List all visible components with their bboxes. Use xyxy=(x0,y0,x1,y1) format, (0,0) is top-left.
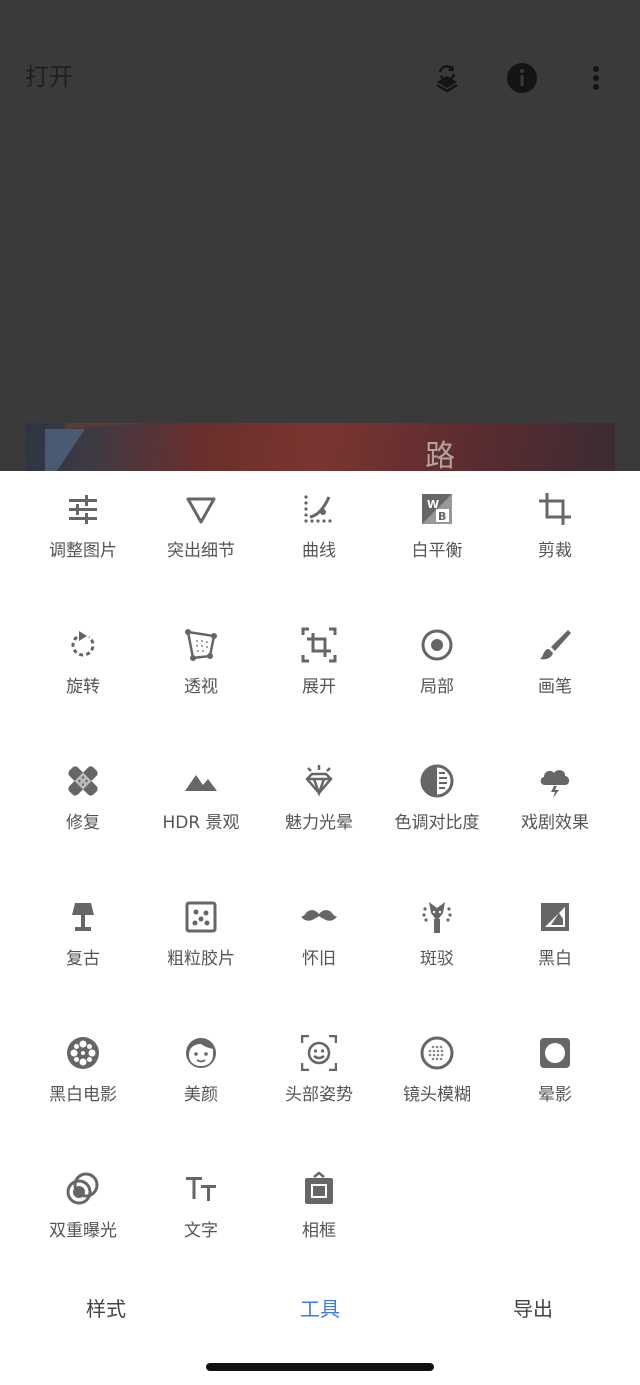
tool-label: 镜头模糊 xyxy=(403,1085,471,1105)
tool-text[interactable]: 文字 xyxy=(142,1151,260,1261)
tool-label: 展开 xyxy=(302,677,336,697)
tab-styles[interactable]: 样式 xyxy=(46,1295,166,1323)
face-icon xyxy=(181,1033,221,1073)
tool-perspective[interactable]: 透视 xyxy=(142,607,260,717)
tool-tune-image[interactable]: 调整图片 xyxy=(24,471,142,581)
selective-icon xyxy=(417,625,457,665)
crop-icon xyxy=(535,489,575,529)
tool-label: 曲线 xyxy=(302,541,336,561)
tool-label: 相框 xyxy=(302,1221,336,1241)
svg-text:B: B xyxy=(438,510,446,523)
glamour-diamond-icon xyxy=(299,761,339,801)
tool-white-balance[interactable]: WB 白平衡 xyxy=(378,471,496,581)
vignette-icon xyxy=(535,1033,575,1073)
photo-preview: 路 xyxy=(25,423,615,471)
home-indicator[interactable] xyxy=(206,1363,434,1371)
mustache-icon xyxy=(299,897,339,937)
tool-drama[interactable]: 戏剧效果 xyxy=(496,743,614,853)
tool-hdr[interactable]: HDR 景观 xyxy=(142,743,260,853)
tonal-contrast-icon xyxy=(417,761,457,801)
tab-export[interactable]: 导出 xyxy=(473,1295,593,1323)
tool-healing[interactable]: 修复 xyxy=(24,743,142,853)
tool-label: 复古 xyxy=(66,949,100,969)
text-icon xyxy=(181,1169,221,1209)
tool-label: 头部姿势 xyxy=(285,1085,353,1105)
dimmed-top-area: 打开 路 xyxy=(0,0,640,471)
tool-glamour-glow[interactable]: 魅力光晕 xyxy=(260,743,378,853)
triangle-details-icon xyxy=(181,489,221,529)
double-exposure-icon xyxy=(63,1169,103,1209)
tool-label: 色调对比度 xyxy=(394,813,480,833)
more-vertical-icon[interactable] xyxy=(578,60,614,96)
grunge-guitar-icon xyxy=(417,897,457,937)
head-pose-icon xyxy=(299,1033,339,1073)
tool-label: 魅力光晕 xyxy=(285,813,353,833)
tool-brush[interactable]: 画笔 xyxy=(496,607,614,717)
tool-vignette[interactable]: 晕影 xyxy=(496,1015,614,1125)
tool-label: 戏剧效果 xyxy=(521,813,589,833)
lens-blur-icon xyxy=(417,1033,457,1073)
tool-frames[interactable]: 相框 xyxy=(260,1151,378,1261)
tool-label: 黑白电影 xyxy=(49,1085,117,1105)
tool-label: 旋转 xyxy=(66,677,100,697)
tool-head-pose[interactable]: 头部姿势 xyxy=(260,1015,378,1125)
tool-grainy-film[interactable]: 粗粒胶片 xyxy=(142,879,260,989)
frame-icon xyxy=(299,1169,339,1209)
tool-selective[interactable]: 局部 xyxy=(378,607,496,717)
tool-label: 美颜 xyxy=(184,1085,218,1105)
tool-rotate[interactable]: 旋转 xyxy=(24,607,142,717)
black-white-icon xyxy=(535,897,575,937)
vintage-lamp-icon xyxy=(63,897,103,937)
grainy-film-icon xyxy=(181,897,221,937)
tool-label: 修复 xyxy=(66,813,100,833)
drama-cloud-icon xyxy=(535,761,575,801)
tool-noir[interactable]: 黑白电影 xyxy=(24,1015,142,1125)
tool-label: 剪裁 xyxy=(538,541,572,561)
rotate-icon xyxy=(63,625,103,665)
tools-sheet: 调整图片 突出细节 曲线 WB 白平衡 剪裁 旋转 透视 展开 局部 画笔 修复… xyxy=(0,471,640,1261)
tool-label: 白平衡 xyxy=(411,541,463,561)
tool-lens-blur[interactable]: 镜头模糊 xyxy=(378,1015,496,1125)
tool-label: 黑白 xyxy=(538,949,572,969)
tool-label: 透视 xyxy=(184,677,218,697)
tool-label: 双重曝光 xyxy=(49,1221,117,1241)
curves-icon xyxy=(299,489,339,529)
film-reel-icon xyxy=(63,1033,103,1073)
tool-retrolux[interactable]: 怀旧 xyxy=(260,879,378,989)
tab-tools[interactable]: 工具 xyxy=(260,1295,380,1323)
tool-double-exposure[interactable]: 双重曝光 xyxy=(24,1151,142,1261)
tool-label: 怀旧 xyxy=(302,949,336,969)
tool-label: 突出细节 xyxy=(167,541,235,561)
open-button[interactable]: 打开 xyxy=(25,60,73,94)
mountains-icon xyxy=(181,761,221,801)
tool-label: 调整图片 xyxy=(49,541,117,561)
tool-label: 斑驳 xyxy=(420,949,454,969)
tool-vintage[interactable]: 复古 xyxy=(24,879,142,989)
tool-curves[interactable]: 曲线 xyxy=(260,471,378,581)
tune-sliders-icon xyxy=(63,489,103,529)
layers-undo-icon[interactable] xyxy=(429,60,465,96)
tool-expand[interactable]: 展开 xyxy=(260,607,378,717)
tool-label: 局部 xyxy=(420,677,454,697)
expand-icon xyxy=(299,625,339,665)
tool-label: 画笔 xyxy=(538,677,572,697)
healing-bandage-icon xyxy=(63,761,103,801)
tool-black-white[interactable]: 黑白 xyxy=(496,879,614,989)
info-icon[interactable] xyxy=(504,60,540,96)
tool-portrait[interactable]: 美颜 xyxy=(142,1015,260,1125)
brush-icon xyxy=(535,625,575,665)
tool-tonal-contrast[interactable]: 色调对比度 xyxy=(378,743,496,853)
tool-label: HDR 景观 xyxy=(162,813,240,833)
tool-label: 粗粒胶片 xyxy=(167,949,235,969)
white-balance-icon: WB xyxy=(417,489,457,529)
tool-crop[interactable]: 剪裁 xyxy=(496,471,614,581)
tool-label: 文字 xyxy=(184,1221,218,1241)
tool-details[interactable]: 突出细节 xyxy=(142,471,260,581)
bottom-nav: 样式 工具 导出 xyxy=(0,1261,640,1357)
tool-label: 晕影 xyxy=(538,1085,572,1105)
tool-grunge[interactable]: 斑驳 xyxy=(378,879,496,989)
perspective-icon xyxy=(181,625,221,665)
